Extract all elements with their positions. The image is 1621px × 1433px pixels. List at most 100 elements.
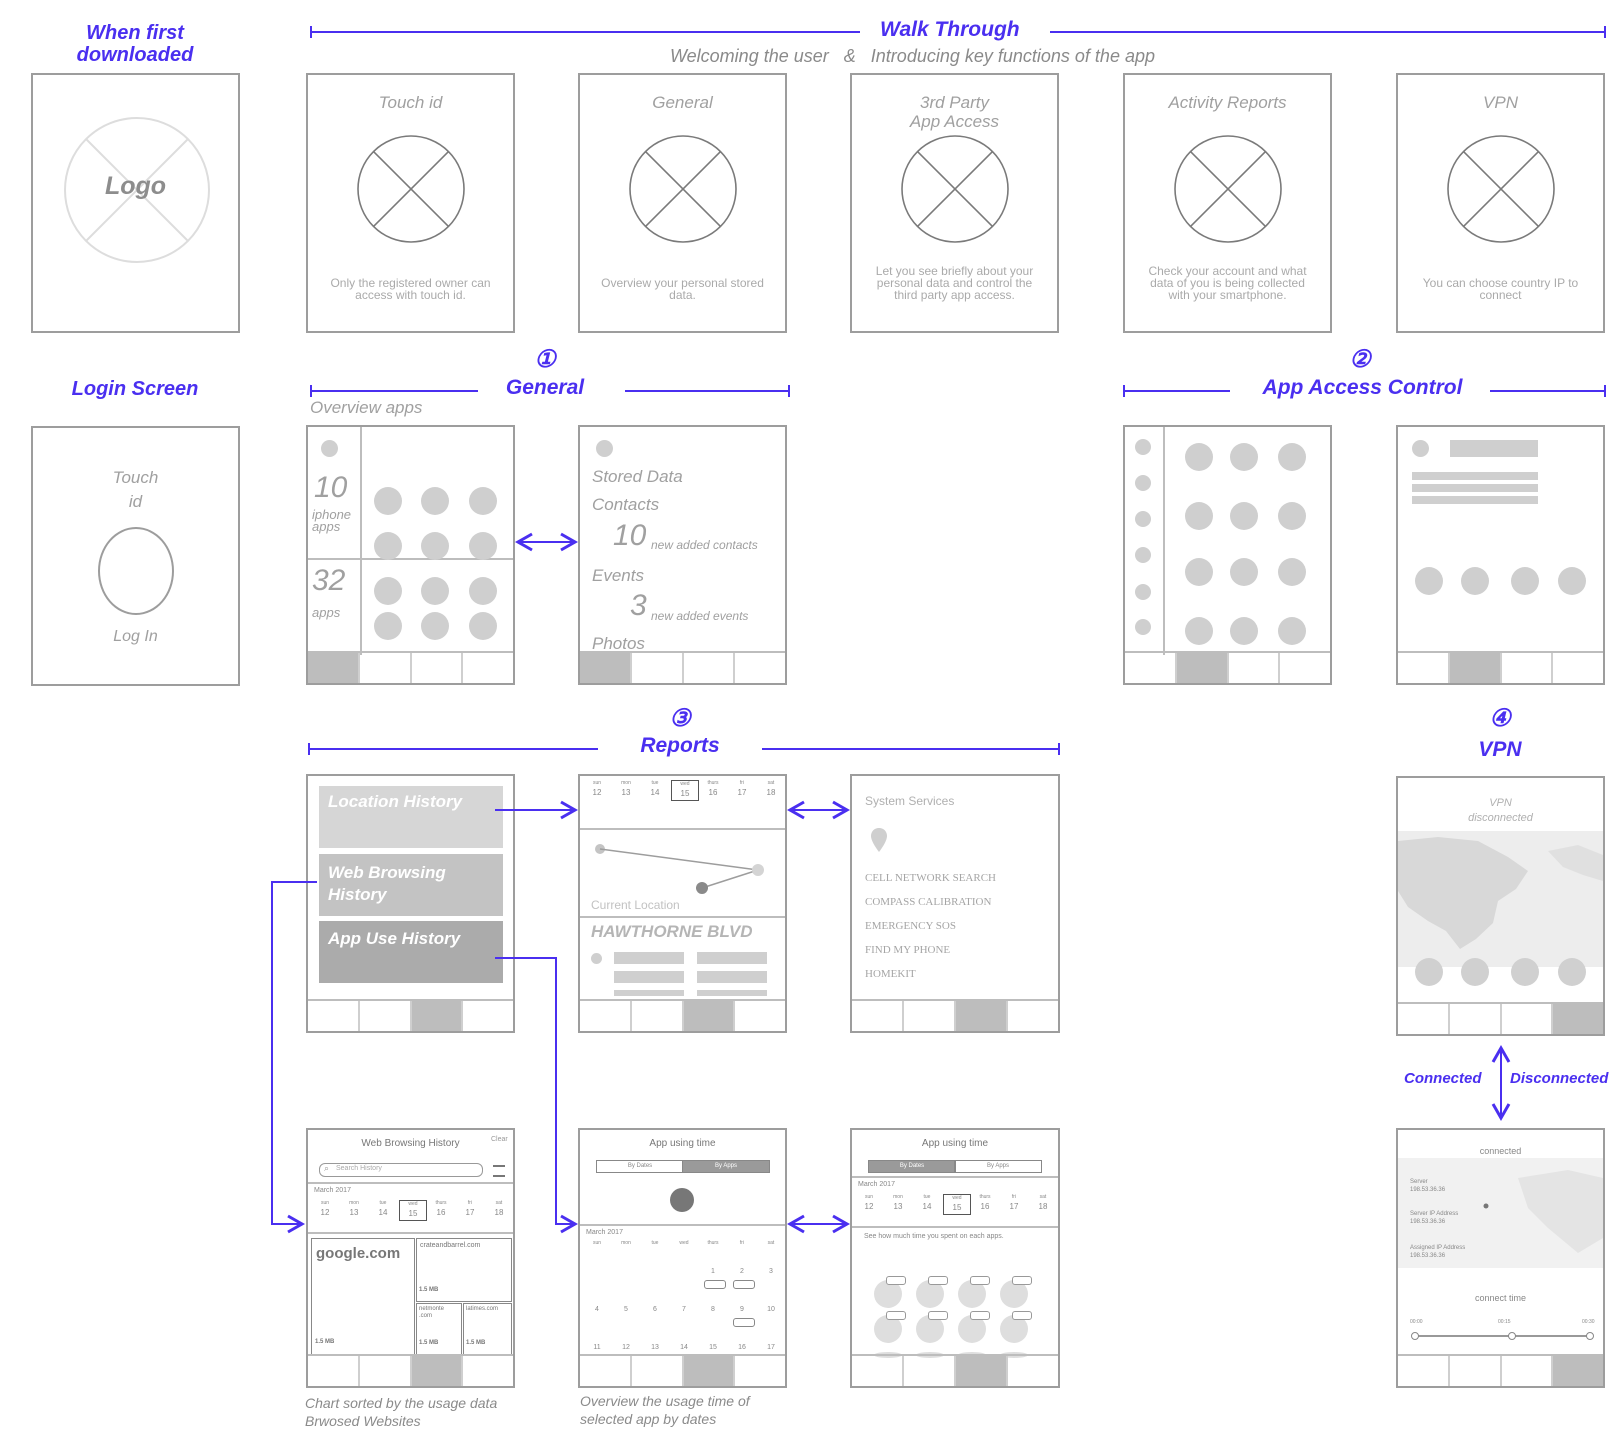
site-tile-3[interactable]: netmonte .com 1.5 MB — [416, 1303, 462, 1356]
day-cell[interactable]: wed 15 — [943, 1194, 971, 1215]
filter-icon[interactable] — [493, 1165, 505, 1177]
day-cell[interactable]: sun 12 — [584, 780, 610, 799]
day-name: mon — [621, 1240, 631, 1246]
day-cell[interactable]: tue 14 — [642, 780, 668, 799]
usage-note: See how much time you spent on each apps… — [864, 1233, 1004, 1240]
day-cell[interactable]: sat 18 — [758, 780, 784, 799]
day-cell[interactable]: thurs 16 — [428, 1200, 454, 1219]
day-cell[interactable]: wed 15 — [399, 1200, 427, 1221]
day-cell[interactable]: thurs 16 — [700, 780, 726, 799]
tab-bar[interactable] — [580, 651, 785, 683]
month-label: March 2017 — [586, 1229, 623, 1236]
usage-title-2: App using time — [921, 1138, 989, 1149]
service-item[interactable]: HOMEKIT — [865, 968, 916, 980]
service-item[interactable]: CELL NETWORK SEARCH — [865, 872, 996, 884]
tab-bar[interactable] — [580, 999, 785, 1031]
tab-bar[interactable] — [1125, 651, 1330, 683]
day-cell[interactable]: tue 14 — [370, 1200, 396, 1219]
tab-bar[interactable] — [1398, 1002, 1603, 1034]
tab-bar[interactable] — [852, 999, 1058, 1031]
caption-web: Chart sorted by the usage data Brwosed W… — [305, 1395, 498, 1429]
day-name: wed — [679, 1240, 689, 1246]
week-days[interactable]: sun 12 mon 13 tue 14 wed 15 thurs 16 fri 17 sat 18 — [580, 776, 785, 828]
reports-number: ③ — [669, 705, 691, 732]
heading-login: Login Screen — [71, 378, 199, 400]
calendar-date[interactable]: 13 — [642, 1344, 668, 1351]
calendar-date[interactable]: 15 — [700, 1344, 726, 1351]
clear-button[interactable]: Clear — [491, 1136, 508, 1143]
calendar-date[interactable]: 5 — [613, 1306, 639, 1313]
time-1: 00:00 — [1410, 1319, 1423, 1325]
segment-by-apps[interactable]: By Apps — [954, 1160, 1042, 1173]
app-access-number: ② — [1349, 346, 1371, 373]
day-cell[interactable]: sun 12 — [856, 1194, 882, 1213]
month-label: March 2017 — [858, 1181, 895, 1188]
calendar-date[interactable]: 7 — [671, 1306, 697, 1313]
week-days[interactable]: sun 12 mon 13 tue 14 wed 15 thurs 16 fri 17 sat 18 — [308, 1196, 513, 1232]
site-tile-2[interactable]: crateandbarrel.com 1.5 MB — [416, 1238, 512, 1302]
events-note: new added events — [651, 609, 749, 623]
login-button[interactable]: Log In — [33, 628, 238, 646]
calendar-date[interactable]: 12 — [613, 1344, 639, 1351]
street-name: HAWTHORNE BLVD — [591, 922, 753, 941]
usage-badge — [704, 1280, 726, 1289]
location-history-screen: sun 12 mon 13 tue 14 wed 15 thurs 16 fri 17 sat 18 Cu… — [578, 774, 787, 1033]
week-strip[interactable]: sun 12 mon 13 tue 14 wed 15 thurs 16 fri 17 sat 18 — [580, 776, 785, 830]
tab-bar[interactable] — [852, 1354, 1058, 1386]
day-cell[interactable]: sun 12 — [312, 1200, 338, 1219]
calendar-date[interactable]: 6 — [642, 1306, 668, 1313]
walkthrough-screen-2: General Overview your personal stored dat… — [578, 73, 787, 333]
menu-app-use-history[interactable]: App Use History — [319, 921, 503, 983]
month-label: March 2017 — [314, 1187, 351, 1194]
tab-bar[interactable] — [580, 1354, 785, 1386]
service-item[interactable]: COMPASS CALIBRATION — [865, 896, 991, 908]
day-cell[interactable]: fri 17 — [1001, 1194, 1027, 1213]
calendar-date[interactable]: 17 — [758, 1344, 784, 1351]
site-tile-4[interactable]: latimes.com 1.5 MB — [463, 1303, 512, 1356]
tab-bar[interactable] — [1398, 651, 1603, 683]
tab-bar[interactable] — [308, 999, 513, 1031]
calendar-date[interactable]: 11 — [584, 1344, 610, 1351]
menu-web-browsing-history[interactable]: Web Browsing History — [319, 854, 503, 916]
day-cell[interactable]: fri 17 — [457, 1200, 483, 1219]
touch-id-sensor[interactable] — [98, 527, 174, 615]
day-cell[interactable]: mon 13 — [885, 1194, 911, 1213]
search-input[interactable]: ⌕ Search History — [319, 1163, 483, 1177]
calendar-date[interactable]: 14 — [671, 1344, 697, 1351]
calendar-date[interactable]: 9 — [729, 1306, 755, 1313]
calendar-date[interactable]: 3 — [758, 1268, 784, 1275]
calendar-date[interactable]: 10 — [758, 1306, 784, 1313]
walk-through-rule-left — [310, 31, 860, 33]
calendar-date[interactable]: 4 — [584, 1306, 610, 1313]
tab-bar[interactable] — [308, 1354, 513, 1386]
logo-text: Logo — [104, 172, 167, 200]
site-tile-main[interactable]: google.com 1.5 MB — [311, 1238, 415, 1356]
reports-menu-screen: Location History Web Browsing History Ap… — [306, 774, 515, 1033]
service-item[interactable]: FIND MY PHONE — [865, 944, 950, 956]
service-item[interactable]: EMERGENCY SOS — [865, 920, 956, 932]
menu-location-history[interactable]: Location History — [319, 786, 503, 848]
segment-by-dates[interactable]: By Dates — [596, 1160, 684, 1173]
walkthrough-screen-4: Activity Reports Check your account and w… — [1123, 73, 1332, 333]
day-cell[interactable]: mon 13 — [613, 780, 639, 799]
contacts-note: new added contacts — [651, 538, 758, 552]
day-cell[interactable]: sat 18 — [1030, 1194, 1056, 1213]
calendar-date[interactable]: 1 — [700, 1268, 726, 1275]
time-slider[interactable] — [1411, 1332, 1594, 1340]
login-title: Touch id — [112, 468, 159, 511]
calendar-date[interactable]: 16 — [729, 1344, 755, 1351]
segment-by-dates[interactable]: By Dates — [868, 1160, 956, 1173]
segment-by-apps[interactable]: By Apps — [682, 1160, 770, 1173]
logo-screen: Logo — [31, 73, 240, 333]
tab-bar[interactable] — [1398, 1354, 1603, 1386]
day-cell[interactable]: fri 17 — [729, 780, 755, 799]
calendar-date[interactable]: 8 — [700, 1306, 726, 1313]
tab-bar[interactable] — [308, 651, 513, 683]
day-cell[interactable]: sat 18 — [486, 1200, 512, 1219]
day-cell[interactable]: thurs 16 — [972, 1194, 998, 1213]
day-cell[interactable]: mon 13 — [341, 1200, 367, 1219]
day-cell[interactable]: wed 15 — [671, 780, 699, 801]
day-cell[interactable]: tue 14 — [914, 1194, 940, 1213]
week-days[interactable]: sun 12 mon 13 tue 14 wed 15 thurs 16 fri 17 sat 18 — [852, 1190, 1058, 1226]
calendar-date[interactable]: 2 — [729, 1268, 755, 1275]
